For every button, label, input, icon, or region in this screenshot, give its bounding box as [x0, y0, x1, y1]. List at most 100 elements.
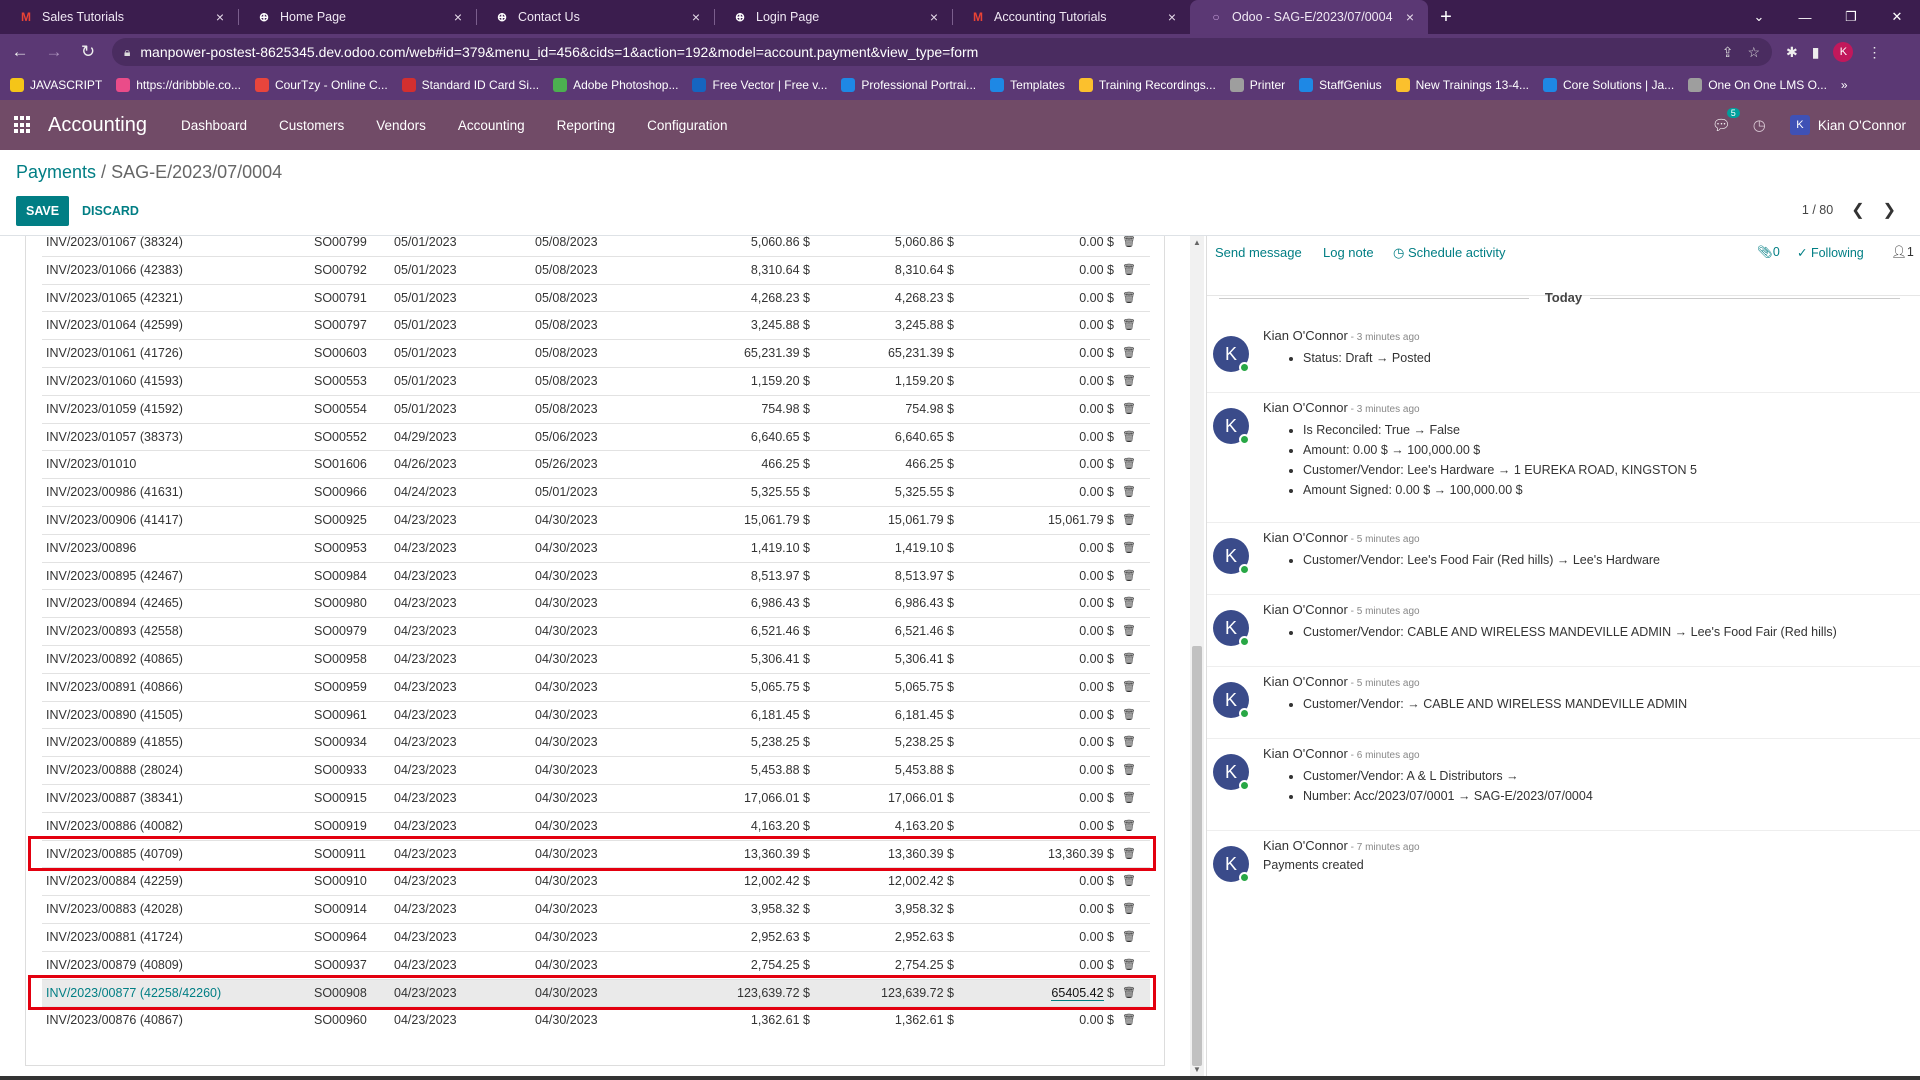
- amount-to-pay[interactable]: 0.00 $: [1079, 646, 1114, 674]
- table-row[interactable]: INV/2023/00887 (38341) SO00915 04/23/2023 0…: [42, 784, 1150, 812]
- avatar[interactable]: K: [1213, 754, 1250, 791]
- table-row[interactable]: INV/2023/00890 (41505) SO00961 04/23/2023 0…: [42, 700, 1150, 730]
- table-row[interactable]: INV/2023/01064 (42599) SO00797 05/01/2023 0…: [42, 311, 1150, 339]
- invoice-number[interactable]: INV/2023/00876 (40867): [46, 1007, 183, 1035]
- invoice-number[interactable]: INV/2023/00883 (42028): [46, 896, 183, 924]
- share-icon[interactable]: ⇪: [1722, 44, 1734, 61]
- bookmark-item[interactable]: Adobe Photoshop...: [553, 78, 678, 92]
- trash-icon[interactable]: 🗑︎: [1122, 924, 1136, 952]
- table-row[interactable]: INV/2023/00896 SO00953 04/23/2023 04/30/202…: [42, 533, 1150, 562]
- bookmark-item[interactable]: StaffGenius: [1299, 78, 1382, 92]
- invoice-number[interactable]: INV/2023/00895 (42467): [46, 563, 183, 591]
- menu-item-reporting[interactable]: Reporting: [557, 118, 616, 133]
- invoice-number[interactable]: INV/2023/01065 (42321): [46, 285, 183, 313]
- schedule-activity-button[interactable]: ◷ Schedule activity: [1393, 245, 1506, 261]
- trash-icon[interactable]: 🗑︎: [1122, 507, 1136, 535]
- trash-icon[interactable]: 🗑︎: [1122, 590, 1136, 618]
- attachments-button[interactable]: 📎︎0: [1757, 245, 1780, 260]
- invoice-number[interactable]: INV/2023/01064 (42599): [46, 312, 183, 340]
- amount-to-pay[interactable]: 0.00 $: [1079, 285, 1114, 313]
- message-author[interactable]: Kian O'Connor: [1263, 674, 1348, 689]
- breadcrumb-payments-link[interactable]: Payments: [16, 162, 96, 182]
- bookmark-item[interactable]: CourTzy - Online C...: [254, 78, 388, 92]
- close-window-button[interactable]: ✕: [1874, 0, 1920, 34]
- trash-icon[interactable]: 🗑︎: [1122, 702, 1136, 730]
- trash-icon[interactable]: 🗑︎: [1122, 312, 1136, 340]
- invoice-number[interactable]: INV/2023/00888 (28024): [46, 757, 183, 785]
- bookmark-item[interactable]: Printer: [1229, 78, 1285, 92]
- bookmark-item[interactable]: Standard ID Card Si...: [401, 78, 539, 92]
- bookmark-item[interactable]: Core Solutions | Ja...: [1543, 78, 1674, 92]
- invoice-number[interactable]: INV/2023/01066 (42383): [46, 257, 183, 285]
- user-avatar[interactable]: K: [1789, 115, 1810, 135]
- table-row[interactable]: INV/2023/01057 (38373) SO00552 04/29/2023 0…: [42, 422, 1150, 452]
- close-tab-icon[interactable]: ×: [926, 9, 942, 25]
- browser-tab[interactable]: ○ Odoo - SAG-E/2023/07/0004 ×: [1190, 0, 1428, 34]
- trash-icon[interactable]: 🗑︎: [1122, 674, 1136, 702]
- reload-button[interactable]: ↻: [74, 38, 102, 66]
- amount-to-pay[interactable]: 0.00 $: [1079, 896, 1114, 924]
- form-scrollbar[interactable]: ▲ ▼: [1190, 236, 1204, 1076]
- table-row[interactable]: INV/2023/01061 (41726) SO00603 05/01/2023 0…: [42, 339, 1150, 367]
- scrollbar-thumb[interactable]: [1192, 646, 1202, 1066]
- side-panel-icon[interactable]: ▮: [1812, 44, 1820, 61]
- message-author[interactable]: Kian O'Connor: [1263, 746, 1348, 761]
- browser-tab[interactable]: M Accounting Tutorials ×: [952, 0, 1190, 34]
- bookmark-item[interactable]: Templates: [990, 78, 1065, 92]
- scroll-down-icon[interactable]: ▼: [1190, 1065, 1204, 1074]
- invoice-number[interactable]: INV/2023/01060 (41593): [46, 368, 183, 396]
- invoice-number[interactable]: INV/2023/01059 (41592): [46, 396, 183, 424]
- amount-to-pay[interactable]: 0.00 $: [1079, 236, 1114, 257]
- extensions-icon[interactable]: ✱: [1786, 44, 1798, 61]
- amount-to-pay[interactable]: 0.00 $: [1079, 368, 1114, 396]
- message-author[interactable]: Kian O'Connor: [1263, 602, 1348, 617]
- activity-clock-icon[interactable]: ◷: [1753, 116, 1766, 134]
- trash-icon[interactable]: 🗑︎: [1122, 424, 1136, 452]
- menu-item-vendors[interactable]: Vendors: [376, 118, 426, 133]
- trash-icon[interactable]: 🗑︎: [1122, 563, 1136, 591]
- amount-to-pay[interactable]: 0.00 $: [1079, 868, 1114, 896]
- browser-tab[interactable]: ⊕ Contact Us ×: [476, 0, 714, 34]
- table-row[interactable]: INV/2023/01067 (38324) SO00799 05/01/2023 0…: [42, 236, 1150, 256]
- table-row[interactable]: INV/2023/00876 (40867) SO00960 04/23/2023 0…: [42, 1006, 1150, 1034]
- amount-to-pay[interactable]: 0.00 $: [1079, 312, 1114, 340]
- messaging-icon[interactable]: 💬︎ 5: [1712, 108, 1740, 134]
- close-tab-icon[interactable]: ×: [212, 9, 228, 25]
- trash-icon[interactable]: 🗑︎: [1122, 285, 1136, 313]
- table-row[interactable]: INV/2023/01065 (42321) SO00791 05/01/2023 0…: [42, 283, 1150, 313]
- pager-value[interactable]: 1 / 80: [1802, 203, 1833, 217]
- amount-to-pay[interactable]: 0.00 $: [1079, 1007, 1114, 1035]
- save-button[interactable]: SAVE: [16, 196, 70, 226]
- trash-icon[interactable]: 🗑︎: [1122, 396, 1136, 424]
- invoice-number[interactable]: INV/2023/00986 (41631): [46, 479, 183, 507]
- amount-to-pay[interactable]: 0.00 $: [1079, 618, 1114, 646]
- menu-item-customers[interactable]: Customers: [279, 118, 344, 133]
- message-author[interactable]: Kian O'Connor: [1263, 328, 1348, 343]
- avatar[interactable]: K: [1213, 336, 1250, 373]
- forward-button[interactable]: →: [40, 38, 68, 66]
- menu-item-configuration[interactable]: Configuration: [647, 118, 727, 133]
- close-tab-icon[interactable]: ×: [1402, 9, 1418, 25]
- invoice-number[interactable]: INV/2023/00887 (38341): [46, 785, 183, 813]
- table-row[interactable]: INV/2023/01066 (42383) SO00792 05/01/2023 0…: [42, 255, 1150, 285]
- trash-icon[interactable]: 🗑︎: [1122, 868, 1136, 896]
- bookmark-item[interactable]: New Trainings 13-4...: [1395, 78, 1529, 92]
- message-author[interactable]: Kian O'Connor: [1263, 530, 1348, 545]
- message-author[interactable]: Kian O'Connor: [1263, 400, 1348, 415]
- following-button[interactable]: ✓ Following: [1797, 245, 1864, 260]
- pager-previous-icon[interactable]: ❮: [1851, 200, 1864, 220]
- send-message-button[interactable]: Send message: [1215, 245, 1302, 260]
- amount-to-pay[interactable]: 0.00 $: [1079, 257, 1114, 285]
- bookmark-item[interactable]: Free Vector | Free v...: [692, 78, 827, 92]
- trash-icon[interactable]: 🗑︎: [1122, 236, 1136, 257]
- table-row[interactable]: INV/2023/00892 (40865) SO00958 04/23/2023 0…: [42, 645, 1150, 673]
- bookmark-item[interactable]: JAVASCRIPT: [10, 78, 102, 92]
- table-row[interactable]: INV/2023/00883 (42028) SO00914 04/23/2023 0…: [42, 895, 1150, 923]
- avatar[interactable]: K: [1213, 682, 1250, 719]
- bookmark-item[interactable]: https://dribbble.co...: [116, 78, 241, 92]
- invoice-number[interactable]: INV/2023/01057 (38373): [46, 424, 183, 452]
- close-tab-icon[interactable]: ×: [450, 9, 466, 25]
- table-row[interactable]: INV/2023/00881 (41724) SO00964 04/23/2023 0…: [42, 923, 1150, 951]
- scroll-up-icon[interactable]: ▲: [1190, 238, 1204, 247]
- amount-to-pay[interactable]: 0.00 $: [1079, 729, 1114, 757]
